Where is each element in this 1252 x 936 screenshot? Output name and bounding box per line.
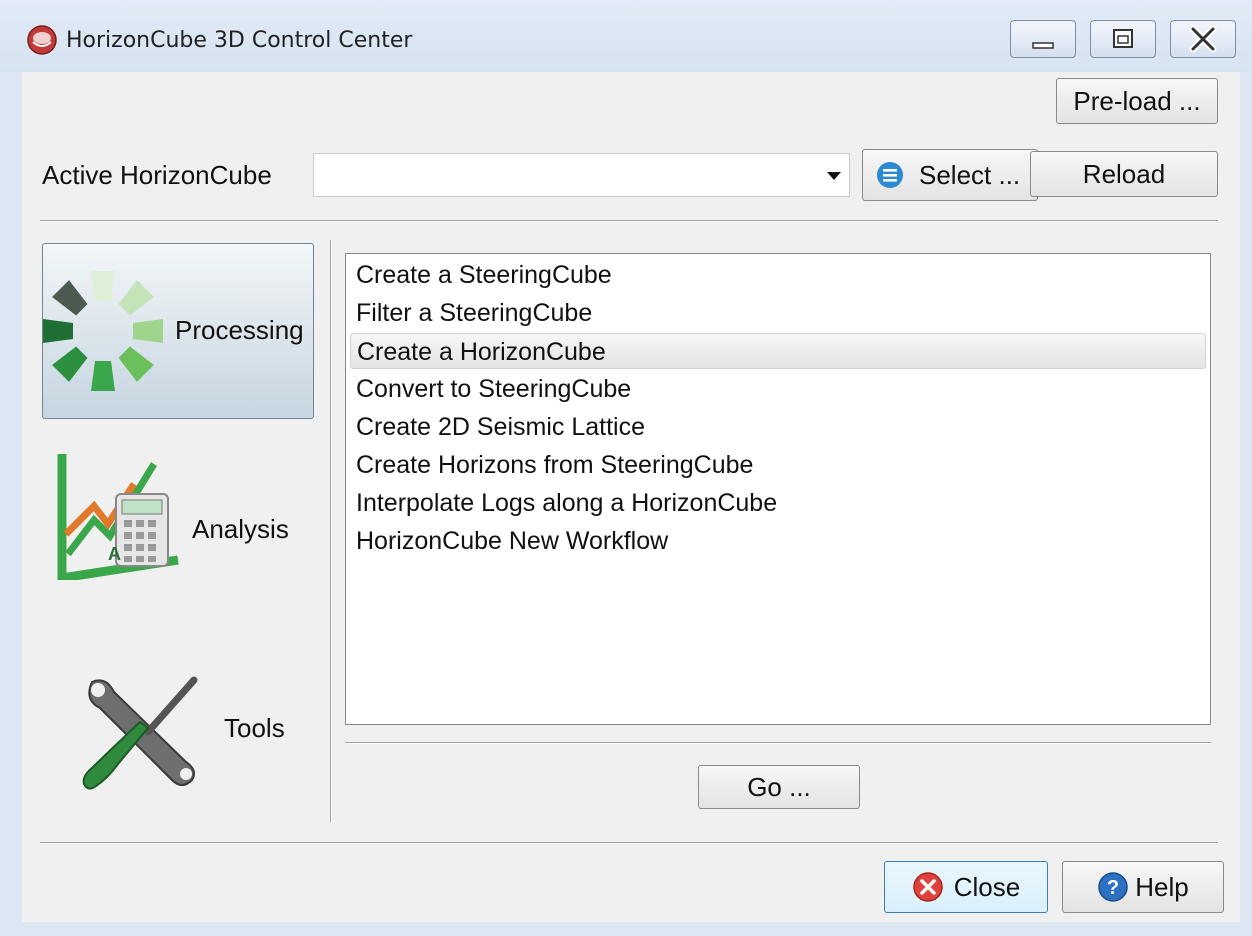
dialog-body: Pre-load ... Active HorizonCube Select .… [22,72,1240,922]
help-button-label: Help [1135,871,1189,902]
workflow-item-new-workflow[interactable]: HorizonCube New Workflow [350,523,1206,559]
close-circle-icon [913,872,943,902]
workflow-item-convert-steeringcube[interactable]: Convert to SteeringCube [350,371,1206,407]
go-button[interactable]: Go ... [698,765,860,809]
svg-text:?: ? [1107,877,1119,899]
tools-icon [82,676,198,790]
close-window-button[interactable] [1170,20,1236,58]
title-bar[interactable]: HorizonCube 3D Control Center [0,0,1252,72]
maximize-button[interactable] [1090,20,1156,58]
workflow-item-create-horizons[interactable]: Create Horizons from SteeringCube [350,447,1206,483]
minimize-icon [1032,42,1054,49]
category-processing[interactable]: Processing [42,243,314,419]
select-button[interactable]: Select ... [862,149,1038,201]
workflow-item-interpolate-logs[interactable]: Interpolate Logs along a HorizonCube [350,485,1206,521]
select-list-icon [877,162,903,188]
workflow-item-create-2d-lattice[interactable]: Create 2D Seismic Lattice [350,409,1206,445]
category-analysis-label: Analysis [192,514,289,544]
top-separator [40,220,1218,222]
category-tools-label: Tools [224,713,285,743]
category-tools[interactable]: Tools [42,644,314,820]
app-logo-icon [27,25,57,55]
workflow-item-create-horizoncube[interactable]: Create a HorizonCube [350,333,1206,369]
help-button[interactable]: ? Help [1062,861,1224,913]
close-button[interactable]: Close [884,861,1048,913]
control-center-window: HorizonCube 3D Control Center Pre-load .… [0,0,1252,936]
workflow-list[interactable]: Create a SteeringCube Filter a SteeringC… [345,253,1211,725]
close-button-label: Close [953,871,1021,902]
dropdown-arrow-icon[interactable] [827,172,841,180]
reload-button[interactable]: Reload [1030,151,1218,197]
category-processing-label: Processing [175,315,304,345]
maximize-icon [1113,29,1133,48]
minimize-button[interactable] [1010,20,1076,58]
workflow-item-create-steeringcube[interactable]: Create a SteeringCube [350,257,1206,293]
workflow-item-filter-steeringcube[interactable]: Filter a SteeringCube [350,295,1206,331]
close-icon [1189,25,1217,53]
active-horizoncube-combo[interactable] [313,153,850,197]
active-horizoncube-label: Active HorizonCube [42,160,272,190]
help-icon: ? [1098,872,1128,902]
list-separator [345,742,1211,744]
processing-wheel-icon [43,271,163,391]
window-title: HorizonCube 3D Control Center [66,28,413,53]
bottom-separator [40,842,1218,844]
panel-divider [330,240,332,822]
category-analysis[interactable]: A Analysis [42,444,314,620]
preload-button[interactable]: Pre-load ... [1056,78,1218,124]
analysis-chart-icon: A [57,454,179,580]
select-button-label: Select ... [919,159,1021,190]
svg-text:A: A [108,544,121,564]
